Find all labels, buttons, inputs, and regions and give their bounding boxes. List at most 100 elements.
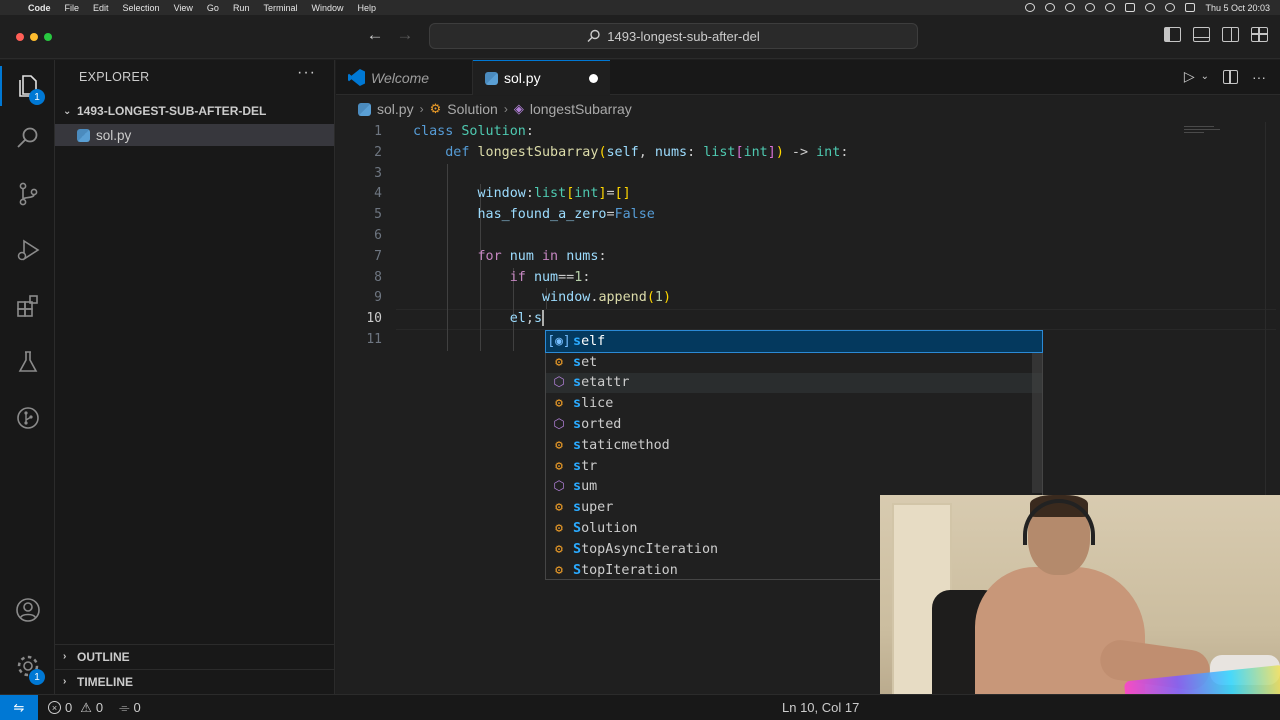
status-tray-icon[interactable] [1065,3,1076,12]
forward-arrow-icon[interactable]: → [393,25,417,45]
tab-welcome[interactable]: Welcome [336,60,473,95]
method-symbol-icon: ◈ [513,101,524,116]
cursor-position[interactable]: Ln 10, Col 17 [782,700,859,715]
sidebar-title: EXPLORER [79,70,150,84]
menu-go[interactable]: Go [207,3,219,13]
minimize-window-button[interactable] [30,33,38,41]
tab-label: Welcome [371,69,430,86]
suggestion-match: s [573,500,582,516]
toggle-secondary-sidebar-icon[interactable] [1222,27,1239,42]
suggestion-item[interactable]: ⚙ s taticmethod [546,435,1042,456]
workspace-folder[interactable]: ⌄ 1493-LONGEST-SUB-AFTER-DEL [55,100,334,122]
python-file-icon [358,102,371,116]
command-center-search[interactable]: 1493-longest-sub-after-del [429,23,918,49]
control-center-icon[interactable] [1185,3,1196,12]
unsaved-dot-icon[interactable] [589,73,598,83]
breadcrumb-file[interactable]: sol.py [377,101,414,117]
menu-selection[interactable]: Selection [123,3,160,13]
timeline-label: TIMELINE [77,674,133,689]
explorer-badge: 1 [29,89,45,105]
menu-view[interactable]: View [174,3,193,13]
file-item-sol-py[interactable]: sol.py [55,124,334,146]
suggestion-item[interactable]: ⬡ s etattr [546,372,1042,394]
battery-icon[interactable] [1125,3,1136,12]
menu-help[interactable]: Help [357,3,376,13]
class-symbol-icon: ⚙ [555,354,563,370]
activity-testing[interactable] [0,338,55,386]
status-tray-icon[interactable] [1025,3,1036,12]
suggestion-item[interactable]: [◉] s elf [545,330,1043,353]
suggestion-match: S [573,541,582,557]
search-icon[interactable] [1165,3,1176,12]
suggestion-match: s [573,437,582,453]
class-symbol-icon: ⚙ [555,396,563,412]
suggestion-item[interactable]: ⚙ s tr [546,456,1042,477]
activity-extensions[interactable] [0,282,55,330]
chevron-right-icon: › [63,676,67,687]
flask-icon [18,351,37,372]
search-icon [587,29,600,42]
timeline-section[interactable]: › TIMELINE [55,669,334,693]
back-arrow-icon[interactable]: ← [363,25,387,45]
status-tray-icon[interactable] [1105,3,1116,12]
line-number: 1 [374,124,382,139]
breadcrumb-class[interactable]: Solution [447,101,498,117]
status-tray-icon[interactable] [1045,3,1056,12]
file-label: sol.py [96,127,132,143]
text-cursor [542,310,544,327]
menu-window[interactable]: Window [311,3,343,13]
toggle-primary-sidebar-icon[interactable] [1164,27,1181,42]
line-number: 8 [374,269,382,285]
activity-manage[interactable]: 1 [0,642,55,690]
menu-app[interactable]: Code [28,3,51,13]
line-number: 6 [374,227,382,243]
run-play-icon[interactable]: ▷ [1184,68,1195,85]
tab-sol-py[interactable]: sol.py [473,60,610,95]
wifi-icon[interactable] [1145,3,1156,12]
close-window-button[interactable] [16,33,24,41]
activity-source-control[interactable] [0,170,55,218]
menubar-clock[interactable]: Thu 5 Oct 20:03 [1205,3,1270,13]
ports-indicator[interactable]: ⌯ 0 [119,700,141,716]
activity-explorer[interactable]: 1 [0,62,55,110]
menu-run[interactable]: Run [233,3,250,13]
customize-layout-icon[interactable] [1251,27,1268,42]
status-tray-icon[interactable] [1085,3,1096,12]
breadcrumb-method[interactable]: longestSubarray [530,101,632,117]
more-actions-icon[interactable]: ··· [1252,69,1266,85]
chevron-down-icon[interactable]: ⌄ [1201,71,1209,82]
code-line-9: window.append(1) [542,290,671,306]
python-file-icon [485,71,498,85]
minimap[interactable] [1184,126,1220,140]
suggestion-rest: um [581,479,598,495]
menu-file[interactable]: File [65,3,80,13]
suggestion-item[interactable]: ⚙ s lice [546,393,1042,414]
activity-accounts[interactable] [0,586,55,634]
zoom-window-button[interactable] [44,33,52,41]
activity-search[interactable] [0,114,55,162]
remote-indicator-icon[interactable]: ⇋ [0,694,38,720]
menu-edit[interactable]: Edit [93,3,109,13]
suggestion-rest: elf [581,333,606,349]
activity-run-debug[interactable] [0,226,55,274]
code-line-1: class Solution: [413,124,534,139]
suggestion-match: s [573,417,582,433]
suggestion-rest: olution [581,521,638,537]
suggestion-item[interactable]: ⚙ s et [546,352,1042,373]
suggestion-item[interactable]: ⬡ s orted [546,414,1042,435]
suggestion-match: s [573,333,582,349]
more-actions-button[interactable]: ··· [297,64,316,82]
suggestions-scrollbar[interactable] [1032,353,1042,493]
menu-terminal[interactable]: Terminal [263,3,297,13]
search-icon [16,127,37,148]
split-editor-icon[interactable] [1223,69,1238,84]
code-line-8: if num==1: [509,269,591,285]
activity-remote-explorer[interactable] [0,394,55,442]
toggle-panel-icon[interactable] [1193,27,1210,42]
suggestion-match: S [573,562,582,578]
outline-section[interactable]: › OUTLINE [55,644,334,668]
account-icon [15,598,40,622]
problems-indicator[interactable]: × 0 ⚠ 0 [48,700,103,716]
suggestion-rest: orted [581,417,622,433]
